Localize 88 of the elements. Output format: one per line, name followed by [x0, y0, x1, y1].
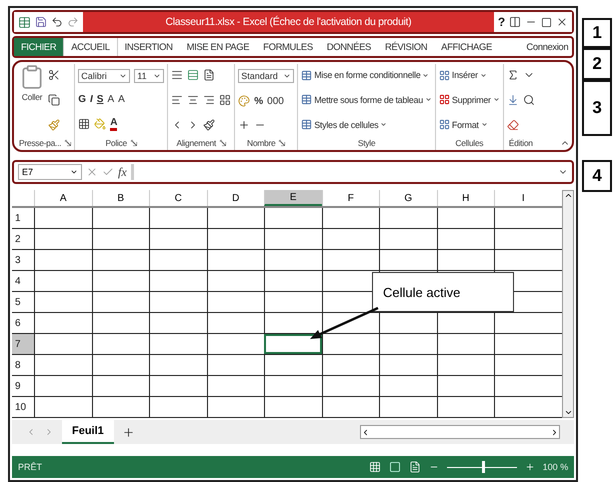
grid-icon [438, 70, 450, 81]
caret-icon[interactable] [422, 72, 430, 79]
font-color-button[interactable]: A [110, 117, 118, 132]
caret-icon[interactable] [283, 72, 292, 80]
align-center-icon[interactable] [187, 94, 200, 106]
launcher-icon[interactable] [220, 140, 226, 146]
zoom-level[interactable]: 100 % [542, 462, 568, 472]
paintbrush-icon[interactable] [48, 118, 60, 131]
help-button[interactable]: ? [498, 15, 506, 29]
align-top-icon[interactable] [171, 69, 184, 82]
group-label: Alignement [176, 138, 216, 148]
align-right-icon[interactable] [203, 94, 216, 106]
caret-icon[interactable] [70, 168, 78, 176]
table-icon [301, 94, 312, 106]
shrink-font-button[interactable]: A [118, 94, 125, 106]
caret-icon[interactable] [380, 121, 388, 128]
cells-menu-button[interactable]: Format [438, 119, 500, 130]
sum-icon[interactable] [506, 69, 519, 82]
caret-icon[interactable] [492, 96, 500, 104]
copy-icon[interactable] [48, 94, 60, 106]
caret-icon[interactable] [480, 72, 487, 79]
grow-font-button[interactable]: A [107, 94, 114, 106]
group-label: Cellules [455, 138, 484, 148]
close-icon[interactable] [556, 16, 568, 28]
horizontal-scrollbar[interactable] [360, 425, 560, 439]
border-icon[interactable] [78, 118, 90, 130]
callout-number: 2 [582, 48, 612, 80]
italic-button[interactable]: I [90, 94, 93, 106]
thousands-button[interactable]: 000 [267, 96, 284, 106]
zoom-thumb[interactable] [482, 461, 486, 473]
table-icon [301, 70, 312, 81]
vertical-scrollbar[interactable] [562, 190, 574, 418]
confirm-icon[interactable] [102, 166, 114, 178]
fill-down-icon[interactable] [506, 94, 519, 106]
eraser-icon[interactable] [506, 118, 519, 131]
cancel-icon[interactable] [86, 166, 98, 178]
table-icon [301, 119, 312, 130]
group-label: Presse-pa... [19, 138, 62, 148]
zoom-in-icon[interactable] [524, 462, 535, 472]
cells-menu-button[interactable]: Insérer [438, 70, 500, 81]
underline-button[interactable]: S [96, 94, 104, 106]
scissors-icon[interactable] [48, 69, 60, 82]
maximize-icon[interactable] [541, 16, 552, 28]
font-field[interactable]: Calibri [78, 68, 130, 83]
undo-icon[interactable] [51, 16, 63, 28]
redo-icon[interactable] [67, 16, 79, 28]
callout-number: 1 [582, 18, 612, 48]
column-header[interactable]: E [264, 190, 322, 206]
grid-icon [438, 119, 450, 130]
paste-button[interactable]: Coller [22, 92, 42, 102]
number-format-field[interactable]: Standard [238, 69, 294, 83]
grid-icon [438, 94, 450, 106]
normal-view-icon[interactable] [368, 461, 381, 473]
ribbon-tab[interactable]: ACCUEIL [63, 38, 118, 56]
active-cell[interactable] [264, 334, 322, 354]
bold-button[interactable]: G [78, 94, 86, 106]
font-size-field[interactable]: 11 [134, 68, 164, 83]
caret-icon[interactable] [480, 121, 488, 128]
arrow [308, 306, 380, 340]
cells-menu-button[interactable]: Supprimer [438, 94, 500, 106]
percent-button[interactable]: % [254, 96, 264, 106]
sheet-tab[interactable]: Feuil1 [62, 420, 114, 444]
caret-icon[interactable] [564, 191, 573, 200]
add-sheet-icon[interactable] [122, 426, 135, 438]
style-menu-button[interactable]: Styles de cellules [301, 119, 432, 130]
name-box[interactable]: E7 [18, 164, 82, 180]
launcher-icon[interactable] [279, 140, 286, 146]
style-menu-button[interactable]: Mise en forme conditionnelle [301, 70, 432, 81]
sign-in-link[interactable]: Connexion [522, 42, 572, 52]
insert-function-button[interactable]: fx [118, 164, 127, 180]
caret-icon[interactable] [564, 408, 573, 417]
caret-icon[interactable] [424, 96, 432, 104]
group-label: Édition [508, 138, 533, 148]
status-text: PRÊT [18, 462, 42, 472]
align-left-icon[interactable] [171, 94, 184, 106]
group-label: Police [106, 138, 127, 148]
file-tab[interactable]: FICHIER [14, 38, 64, 56]
row-header[interactable]: 7 [12, 334, 34, 354]
group-label: Nombre [247, 138, 276, 148]
save-icon[interactable] [35, 16, 47, 28]
style-menu-button[interactable]: Mettre sous forme de tableau [301, 94, 432, 106]
window-title: Classeur11.xlsx - Excel (Échec de l'activation du produit) [164, 14, 412, 30]
callout-label: Cellule active [372, 272, 514, 312]
group-label: Style [358, 138, 376, 148]
launcher-icon[interactable] [130, 140, 137, 146]
callout-number: 4 [582, 160, 612, 192]
launcher-icon[interactable] [65, 140, 72, 146]
callout-number: 3 [582, 80, 612, 136]
